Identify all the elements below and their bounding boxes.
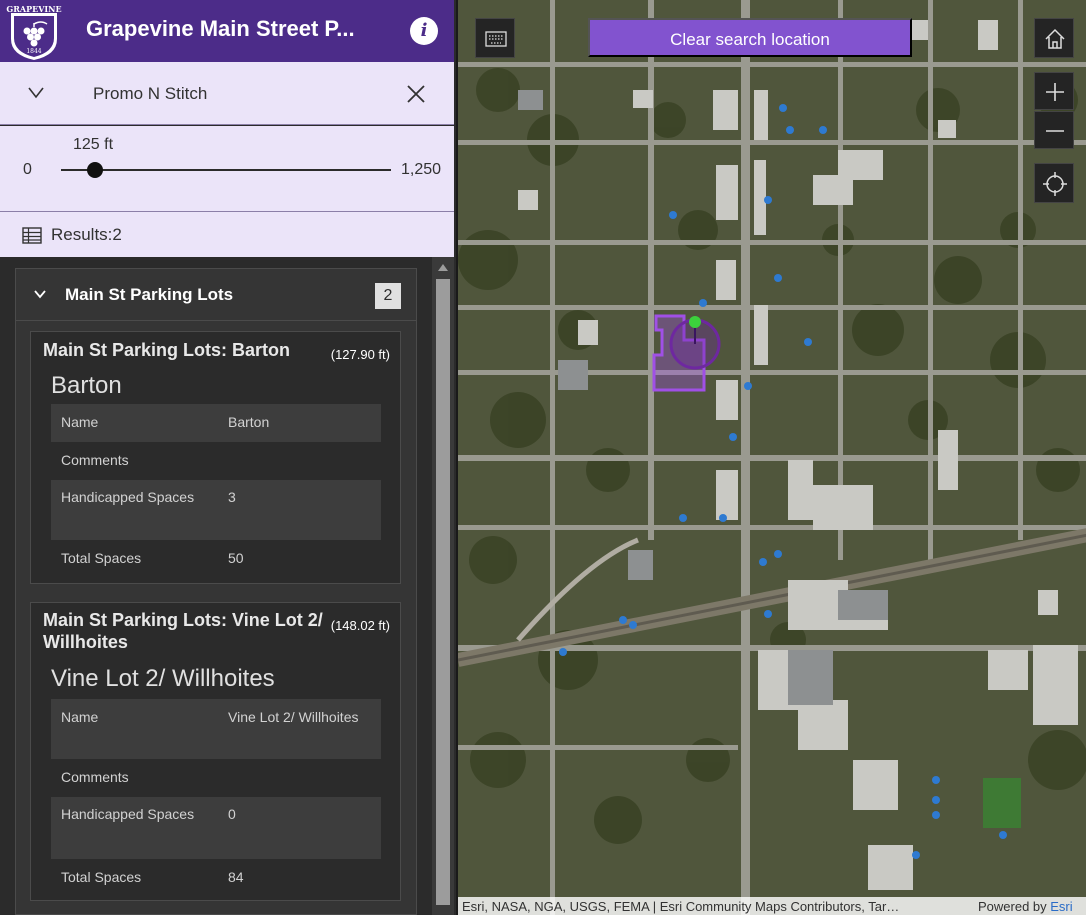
- attribute-key: Total Spaces: [61, 550, 142, 566]
- attribute-table: Name Barton Comments Handicapped Spaces …: [51, 404, 381, 578]
- attribute-key: Comments: [61, 452, 129, 468]
- attribute-key: Name: [61, 414, 99, 430]
- slider-value-label: 125 ft: [73, 136, 114, 153]
- attribute-value: Vine Lot 2/ Willhoites: [228, 709, 359, 725]
- locate-icon[interactable]: [1034, 163, 1074, 203]
- result-card-title: Main St Parking Lots: Vine Lot 2/ Willho…: [43, 610, 323, 652]
- attribute-row: Name Vine Lot 2/ Willhoites: [51, 699, 381, 759]
- powered-by-label: Powered by Esri: [978, 899, 1073, 914]
- attribute-key: Handicapped Spaces: [61, 806, 195, 822]
- svg-text:1844: 1844: [26, 48, 41, 55]
- grapevine-logo: GRAPEVINE 1844: [6, 4, 62, 60]
- buffer-distance-slider: 125 ft 0 1,250: [0, 126, 454, 212]
- app-header: GRAPEVINE 1844 Grapevine Main Street P..…: [0, 0, 454, 62]
- satellite-basemap[interactable]: [458, 0, 1086, 915]
- attribute-table: Name Vine Lot 2/ Willhoites Comments Han…: [51, 699, 381, 897]
- keyboard-icon[interactable]: [475, 18, 515, 58]
- scrollbar-thumb[interactable]: [436, 279, 450, 905]
- result-count-badge: 2: [375, 283, 401, 309]
- result-distance: (127.90 ft): [330, 347, 390, 362]
- clear-search-location-button[interactable]: Clear search location: [588, 18, 912, 57]
- info-icon[interactable]: i: [410, 17, 438, 45]
- attribute-key: Handicapped Spaces: [61, 489, 195, 505]
- svg-text:GRAPEVINE: GRAPEVINE: [6, 4, 61, 14]
- attribute-key: Total Spaces: [61, 869, 142, 885]
- slider-min-label: 0: [23, 161, 32, 178]
- result-card-subtitle: Barton: [51, 372, 122, 399]
- esri-link[interactable]: Esri: [1050, 899, 1072, 914]
- close-icon[interactable]: [405, 83, 427, 105]
- slider-max-label: 1,250: [401, 161, 442, 178]
- search-result-row: Promo N Stitch: [0, 62, 454, 125]
- slider-handle[interactable]: [87, 162, 103, 178]
- table-icon: [22, 227, 42, 244]
- layer-group-title: Main St Parking Lots: [65, 285, 234, 304]
- attribute-value: 84: [228, 869, 244, 885]
- attribute-row: Name Barton: [51, 404, 381, 442]
- powered-by-text: Powered by: [978, 899, 1051, 914]
- attribute-key: Name: [61, 709, 99, 725]
- result-card[interactable]: Main St Parking Lots: Barton (127.90 ft)…: [30, 331, 401, 584]
- attribute-key: Comments: [61, 769, 129, 785]
- attribute-value: 3: [228, 489, 236, 505]
- attribute-row: Total Spaces 50: [51, 540, 381, 578]
- result-card[interactable]: Main St Parking Lots: Vine Lot 2/ Willho…: [30, 602, 401, 901]
- side-panel: GRAPEVINE 1844 Grapevine Main Street P..…: [0, 0, 454, 915]
- home-icon[interactable]: [1034, 18, 1074, 58]
- attribution-text: Esri, NASA, NGA, USGS, FEMA | Esri Commu…: [462, 899, 900, 914]
- scroll-up-arrow-icon[interactable]: [437, 262, 449, 272]
- search-location-label: Promo N Stitch: [93, 84, 208, 103]
- attribute-row: Comments: [51, 759, 381, 797]
- attribute-value: 0: [228, 806, 236, 822]
- zoom-out-icon[interactable]: [1034, 111, 1074, 149]
- attribute-value: Barton: [228, 414, 270, 430]
- chevron-down-icon[interactable]: [33, 288, 47, 300]
- attribute-row: Total Spaces 84: [51, 859, 381, 897]
- result-distance: (148.02 ft): [330, 618, 390, 633]
- attribute-value: 50: [228, 550, 244, 566]
- map-view[interactable]: Clear search location Esri, NASA, NGA, U…: [456, 0, 1086, 915]
- zoom-in-icon[interactable]: [1034, 72, 1074, 110]
- attribute-row: Comments: [51, 442, 381, 480]
- attribute-row: Handicapped Spaces 0: [51, 797, 381, 859]
- slider-track[interactable]: [61, 169, 391, 171]
- attribute-row: Handicapped Spaces 3: [51, 480, 381, 540]
- results-count: Results:2: [51, 225, 122, 244]
- result-card-subtitle: Vine Lot 2/ Willhoites: [51, 665, 275, 692]
- chevron-down-icon[interactable]: [28, 86, 44, 100]
- app-title: Grapevine Main Street P...: [86, 16, 355, 41]
- map-attribution: Esri, NASA, NGA, USGS, FEMA | Esri Commu…: [458, 897, 1086, 915]
- result-card-title: Main St Parking Lots: Barton: [43, 340, 291, 360]
